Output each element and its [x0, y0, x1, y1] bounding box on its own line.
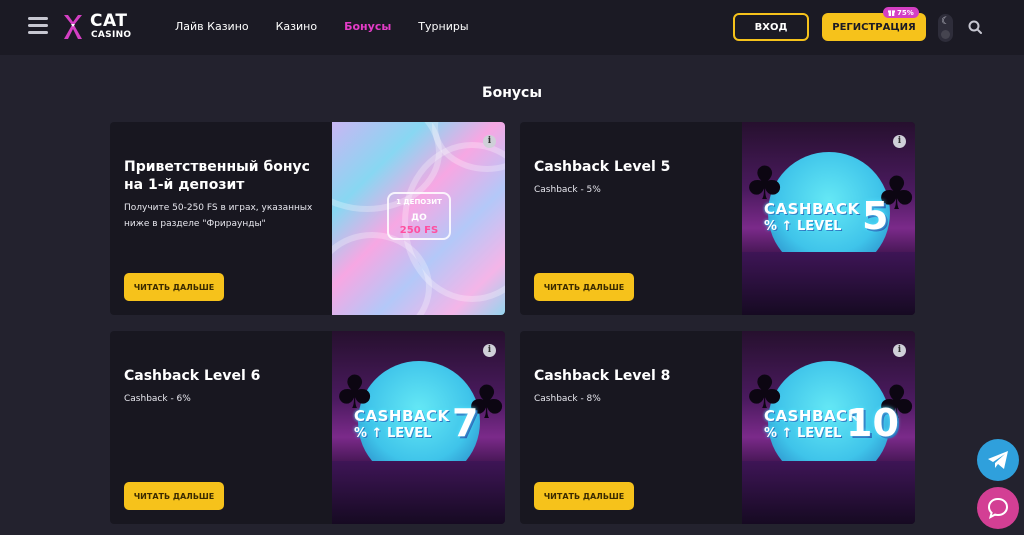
read-more-button[interactable]: ЧИТАТЬ ДАЛЬШЕ	[124, 482, 224, 510]
level-word: % ↑ LEVEL	[354, 426, 432, 441]
toggle-knob	[941, 30, 950, 39]
level-text: LEVEL	[796, 219, 842, 234]
level-word: % ↑ LEVEL	[764, 426, 842, 441]
page-title: Бонусы	[481, 85, 543, 101]
card-text: Приветственный бонус на 1-й депозит Полу…	[124, 158, 324, 232]
cashback-word: CASHBACK	[354, 407, 450, 425]
card-description: Cashback - 6%	[124, 394, 191, 404]
card-description: Cashback - 8%	[534, 394, 601, 404]
card-title: Cashback Level 8	[534, 368, 671, 384]
neon-floor	[742, 252, 915, 315]
info-icon[interactable]: i	[893, 344, 906, 357]
nav-bonuses[interactable]: Бонусы	[344, 20, 391, 33]
welcome-bonus-image: 1 ДЕПОЗИТ ДО 250 FS i	[332, 122, 505, 315]
bonus-card-welcome[interactable]: Приветственный бонус на 1-й депозит Полу…	[110, 122, 505, 315]
card-title: Приветственный бонус на 1-й депозит	[124, 159, 310, 193]
login-button[interactable]: ВХОД	[733, 13, 809, 41]
header: CAT CASINO Лайв Казино Казино Бонусы Тур…	[0, 0, 1024, 55]
level-number: 7	[452, 401, 479, 445]
deposit-label: 1 ДЕПОЗИТ	[396, 198, 442, 206]
card-description: Cashback - 5%	[534, 185, 601, 195]
card-title: Cashback Level 6	[124, 368, 261, 384]
register-bonus-badge: 75%	[883, 7, 919, 18]
percent-sign: %	[354, 426, 368, 441]
card-text: Cashback Level 5 Cashback - 5%	[534, 158, 734, 198]
deposit-fs-amount: 250 FS	[399, 225, 439, 236]
cashback-word: CASHBACK	[764, 200, 860, 218]
card-title: Cashback Level 5	[534, 159, 671, 175]
percent-sign: %	[764, 426, 778, 441]
nav-casino[interactable]: Казино	[276, 20, 317, 33]
chat-button[interactable]	[977, 487, 1019, 529]
moon-icon: ☾	[941, 16, 950, 27]
cat-logo-icon	[64, 15, 82, 39]
card-text: Cashback Level 8 Cashback - 8%	[534, 367, 734, 407]
cashback-level-image: ♣ ♣ CASHBACK % ↑ LEVEL 10 i	[742, 331, 915, 524]
level-text: LEVEL	[386, 426, 432, 441]
read-more-button[interactable]: ЧИТАТЬ ДАЛЬШЕ	[124, 273, 224, 301]
card-description: Получите 50-250 FS в играх, указанных ни…	[124, 203, 313, 229]
logo[interactable]: CAT CASINO	[62, 11, 132, 43]
theme-toggle[interactable]: ☾	[938, 14, 953, 42]
bonus-card-cashback-5[interactable]: Cashback Level 5 Cashback - 5% ЧИТАТЬ ДА…	[520, 122, 915, 315]
info-icon[interactable]: i	[893, 135, 906, 148]
nav-live-casino[interactable]: Лайв Казино	[175, 20, 249, 33]
bonus-card-cashback-6[interactable]: Cashback Level 6 Cashback - 6% ЧИТАТЬ ДА…	[110, 331, 505, 524]
neon-floor	[742, 461, 915, 524]
cashback-level-image: ♣ ♣ CASHBACK % ↑ LEVEL 7 i	[332, 331, 505, 524]
read-more-button[interactable]: ЧИТАТЬ ДАЛЬШЕ	[534, 273, 634, 301]
cashback-level-image: ♣ ♣ CASHBACK % ↑ LEVEL 5 i	[742, 122, 915, 315]
telegram-icon	[988, 451, 1008, 469]
deposit-up-to: ДО	[411, 213, 427, 223]
card-text: Cashback Level 6 Cashback - 6%	[124, 367, 324, 407]
chat-icon	[987, 497, 1009, 519]
deposit-frame: 1 ДЕПОЗИТ ДО 250 FS	[387, 192, 451, 240]
nav-tournaments[interactable]: Турниры	[418, 20, 468, 33]
register-badge-text: 75%	[897, 8, 914, 17]
logo-casino-text: CASINO	[91, 30, 132, 40]
percent-sign: %	[764, 219, 778, 234]
main-nav: Лайв Казино Казино Бонусы Турниры	[175, 20, 469, 33]
info-icon[interactable]: i	[483, 344, 496, 357]
gift-icon	[888, 10, 895, 16]
search-icon[interactable]	[968, 20, 982, 34]
read-more-button[interactable]: ЧИТАТЬ ДАЛЬШЕ	[534, 482, 634, 510]
bonus-card-cashback-8[interactable]: Cashback Level 8 Cashback - 8% ЧИТАТЬ ДА…	[520, 331, 915, 524]
info-icon[interactable]: i	[483, 135, 496, 148]
telegram-button[interactable]	[977, 439, 1019, 481]
level-text: LEVEL	[796, 426, 842, 441]
level-number: 5	[862, 194, 889, 238]
level-word: % ↑ LEVEL	[764, 219, 842, 234]
logo-cat-text: CAT	[90, 11, 128, 31]
level-number: 10	[846, 401, 899, 445]
neon-floor	[332, 461, 505, 524]
hamburger-menu-icon[interactable]	[28, 17, 48, 35]
